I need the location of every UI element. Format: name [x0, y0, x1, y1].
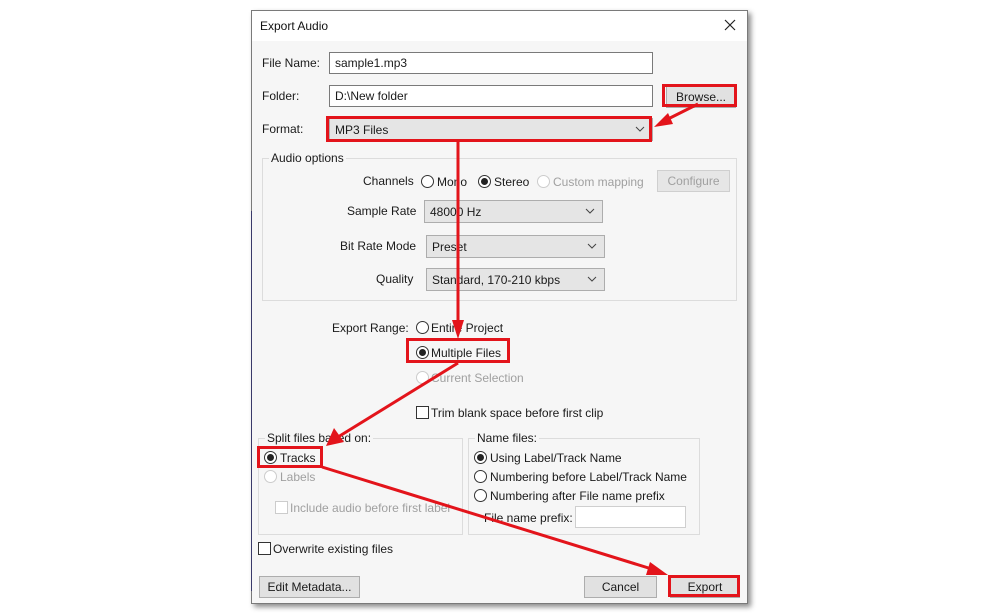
browse-button[interactable]: Browse... [666, 86, 736, 108]
name-numbering-before-label[interactable]: Numbering before Label/Track Name [490, 470, 687, 484]
close-icon[interactable] [721, 16, 739, 34]
folder-label: Folder: [262, 89, 300, 103]
channel-custom-label[interactable]: Custom mapping [553, 175, 644, 189]
name-numbering-before-radio[interactable] [474, 470, 487, 483]
channels-label: Channels [363, 174, 414, 188]
range-current-selection-label[interactable]: Current Selection [431, 371, 524, 385]
folder-input[interactable]: D:\New folder [329, 85, 653, 107]
channel-mono-label[interactable]: Mono [437, 175, 467, 189]
overwrite-label[interactable]: Overwrite existing files [273, 542, 393, 556]
bit-rate-mode-label: Bit Rate Mode [340, 239, 417, 253]
channel-mono-radio[interactable] [421, 175, 434, 188]
split-files-title: Split files based on: [265, 431, 374, 445]
name-using-label-radio[interactable] [474, 451, 487, 464]
export-range-label: Export Range: [332, 321, 409, 335]
channel-custom-radio[interactable] [537, 175, 550, 188]
split-labels-radio[interactable] [264, 470, 277, 483]
split-tracks-label[interactable]: Tracks [280, 451, 316, 465]
sample-rate-select[interactable]: 48000 Hz [424, 200, 603, 223]
format-select[interactable]: MP3 Files [329, 118, 653, 141]
include-audio-label[interactable]: Include audio before first label [290, 501, 450, 515]
sample-rate-label: Sample Rate [347, 204, 417, 218]
file-name-prefix-label: File name prefix: [484, 511, 573, 525]
bit-rate-mode-select[interactable]: Preset [426, 235, 605, 258]
configure-button[interactable]: Configure [657, 170, 730, 192]
range-multiple-files-radio[interactable] [416, 346, 429, 359]
channel-stereo-radio[interactable] [478, 175, 491, 188]
file-name-prefix-input[interactable] [575, 506, 686, 528]
dialog-title: Export Audio [260, 19, 329, 33]
split-labels-label[interactable]: Labels [280, 470, 315, 484]
export-audio-dialog: Export Audio File Name: sample1.mp3 Fold… [251, 10, 748, 604]
name-numbering-after-label[interactable]: Numbering after File name prefix [490, 489, 665, 503]
trim-blank-label[interactable]: Trim blank space before first clip [431, 406, 603, 420]
file-name-label: File Name: [262, 56, 321, 70]
chevron-down-icon [587, 243, 597, 249]
format-label: Format: [262, 122, 304, 136]
quality-value: Standard, 170-210 kbps [432, 273, 561, 287]
title-bar: Export Audio [252, 11, 747, 41]
range-entire-project-radio[interactable] [416, 321, 429, 334]
quality-select[interactable]: Standard, 170-210 kbps [426, 268, 605, 291]
edit-metadata-button[interactable]: Edit Metadata... [259, 576, 360, 598]
include-audio-checkbox[interactable] [275, 501, 288, 514]
trim-blank-checkbox[interactable] [416, 406, 429, 419]
chevron-down-icon [635, 126, 645, 132]
audio-options-title: Audio options [269, 151, 346, 165]
cancel-button[interactable]: Cancel [584, 576, 657, 598]
quality-label: Quality [376, 272, 414, 286]
sample-rate-value: 48000 Hz [430, 205, 482, 219]
overwrite-checkbox[interactable] [258, 542, 271, 555]
name-files-title: Name files: [475, 431, 540, 445]
bit-rate-mode-value: Preset [432, 240, 467, 254]
range-multiple-files-label[interactable]: Multiple Files [431, 346, 501, 360]
dialog-edge [251, 211, 252, 591]
file-name-input[interactable]: sample1.mp3 [329, 52, 653, 74]
chevron-down-icon [587, 276, 597, 282]
range-current-selection-radio[interactable] [416, 371, 429, 384]
chevron-down-icon [585, 208, 595, 214]
export-button[interactable]: Export [670, 576, 740, 598]
split-tracks-radio[interactable] [264, 451, 277, 464]
format-value: MP3 Files [335, 123, 389, 137]
name-using-label-label[interactable]: Using Label/Track Name [490, 451, 622, 465]
name-numbering-after-radio[interactable] [474, 489, 487, 502]
range-entire-project-label[interactable]: Entire Project [431, 321, 503, 335]
channel-stereo-label[interactable]: Stereo [494, 175, 529, 189]
